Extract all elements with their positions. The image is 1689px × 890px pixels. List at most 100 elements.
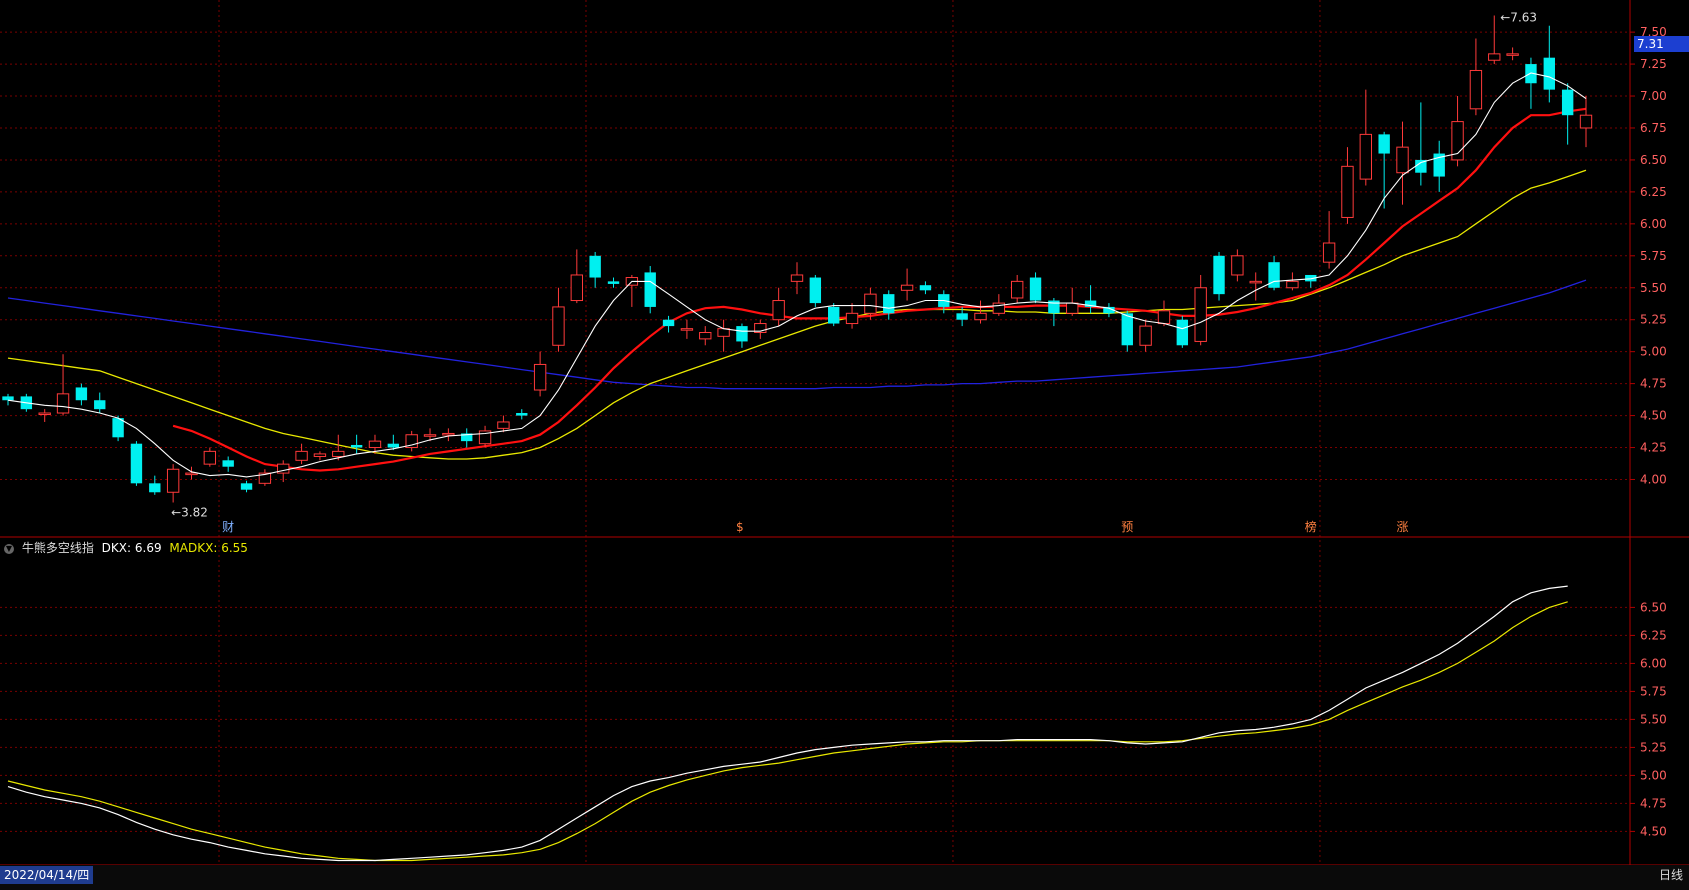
candle <box>1213 251 1225 301</box>
candle-body <box>533 363 547 391</box>
candle-body <box>423 434 437 437</box>
y-tick-label: 4.25 <box>1640 441 1667 455</box>
candle-body <box>1543 57 1555 90</box>
candle-body <box>1286 280 1299 289</box>
candle-body <box>845 312 859 325</box>
candle-body <box>185 472 198 476</box>
candle <box>1194 274 1207 346</box>
candle <box>1506 47 1519 61</box>
y-tick-label: 6.75 <box>1640 121 1667 135</box>
period-label[interactable]: 日线 <box>1659 866 1683 884</box>
y-tick-label: 7.00 <box>1640 89 1667 103</box>
candle-body <box>736 326 748 342</box>
indicator-y-tick-label: 4.50 <box>1640 824 1667 838</box>
candle-body <box>1341 165 1354 218</box>
candle <box>919 281 932 295</box>
stock-chart: ←7.63 ←3.82 财 $ 预 榜 涨 4.00 4.25 4.50 4.75 5.00 5.25… <box>0 0 1689 884</box>
dkx-label: DKX: <box>101 541 132 555</box>
indicator-name: 牛熊多空线指 <box>21 541 94 555</box>
candle-body <box>607 281 620 284</box>
candle <box>1525 57 1537 109</box>
candle-body <box>222 460 234 467</box>
candle <box>1157 300 1171 327</box>
candle-body <box>516 413 528 416</box>
indicator-y-tick-label: 5.00 <box>1640 768 1667 782</box>
candle <box>1249 272 1262 301</box>
candle-body <box>1359 133 1373 180</box>
candle <box>845 303 859 329</box>
candle-body <box>589 255 601 278</box>
candle-body <box>1249 280 1262 284</box>
ma60-line <box>7 279 1587 390</box>
candle <box>240 480 253 493</box>
candle <box>516 409 528 420</box>
candle-body <box>1139 325 1152 346</box>
candle-body <box>956 313 968 320</box>
event-marker: 榜 <box>1305 519 1317 534</box>
indicator-y-tick-label: 5.50 <box>1640 712 1667 726</box>
y-tick-label: 4.75 <box>1640 377 1667 391</box>
candle-body <box>828 306 840 324</box>
candle <box>350 434 363 454</box>
candle-body <box>644 272 656 307</box>
candle-body <box>295 450 308 461</box>
bottom-bar <box>0 865 1689 890</box>
candle-body <box>149 483 161 493</box>
candle <box>1048 297 1060 327</box>
candle-body <box>38 412 51 416</box>
ma60-path <box>7 279 1587 390</box>
event-marker: 预 <box>1121 520 1133 534</box>
candle-body <box>2 396 14 401</box>
madkx-path <box>7 601 1568 862</box>
candle <box>1488 15 1501 65</box>
indicator-y-tick-label: 6.50 <box>1640 600 1667 614</box>
candle <box>699 326 712 346</box>
candle-body <box>883 294 895 314</box>
indicator-header[interactable]: ▼ 牛熊多空线指 DKX: 6.69 MADKX: 6.55 <box>4 539 252 555</box>
candle <box>1268 255 1280 291</box>
candle-body <box>1469 69 1483 110</box>
candle <box>680 319 694 339</box>
candle-body <box>1157 310 1171 325</box>
y-tick-label: 5.25 <box>1640 313 1667 327</box>
candle <box>222 456 234 472</box>
candle <box>497 415 510 433</box>
candle-body <box>1010 280 1024 299</box>
candle-body <box>900 284 914 291</box>
candle-body <box>680 328 694 331</box>
candle-body <box>974 312 987 321</box>
candle-body <box>203 450 217 465</box>
candle-body <box>313 453 327 457</box>
y-tick-label: 4.00 <box>1640 472 1667 486</box>
candle <box>772 287 785 327</box>
candle <box>461 428 473 448</box>
candle <box>974 300 987 324</box>
candle <box>662 315 675 333</box>
candle <box>112 415 124 442</box>
candle-body <box>442 432 455 436</box>
indicator-lines <box>7 585 1568 862</box>
candle <box>442 428 455 442</box>
candle-body <box>1029 277 1042 301</box>
date-cursor-badge: 2022/04/14/四 <box>0 866 94 884</box>
candle <box>258 469 272 486</box>
low-label: ←3.82 <box>171 505 208 519</box>
candle-body <box>717 328 730 337</box>
candle <box>1469 38 1483 116</box>
candle <box>883 290 895 320</box>
chevron-down-icon[interactable]: ▼ <box>4 543 14 554</box>
candle-body <box>1561 89 1574 116</box>
candle <box>166 464 180 503</box>
candle <box>94 392 106 414</box>
candle <box>1341 147 1354 224</box>
candle-body <box>130 443 143 484</box>
candle-body <box>1066 302 1079 314</box>
candle-body <box>112 418 124 438</box>
candle <box>1305 274 1317 288</box>
ma10-line <box>172 107 1587 472</box>
indicator-y-tick-label: 6.00 <box>1640 656 1667 670</box>
madkx-label: MADKX: <box>169 541 218 555</box>
candle <box>809 274 822 307</box>
candle <box>1579 96 1593 148</box>
candle <box>1451 96 1464 167</box>
